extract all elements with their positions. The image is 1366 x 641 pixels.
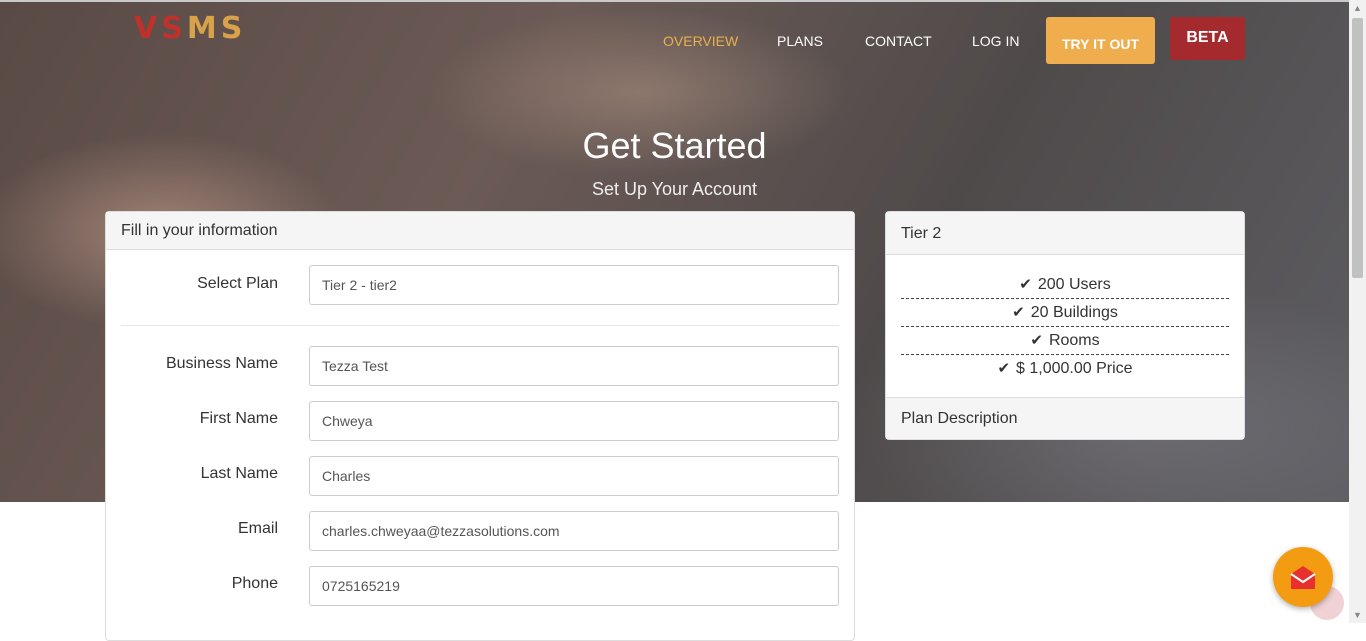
plan-feature: ✔ $ 1,000.00 Price <box>901 355 1229 383</box>
last-name-input[interactable]: Charles <box>309 456 839 496</box>
form-row-email: Email charles.chweyaa@tezzasolutions.com <box>106 511 854 551</box>
plan-title: Tier 2 <box>886 212 1244 255</box>
form-row-first-name: First Name Chweya <box>106 401 854 441</box>
plan-feature: ✔ 20 Buildings <box>901 299 1229 327</box>
form-panel-heading: Fill in your information <box>106 212 854 250</box>
phone-label: Phone <box>231 575 278 592</box>
form-row-select-plan: Select Plan Tier 2 - tier2 <box>106 265 854 305</box>
beta-label: BETA <box>1186 28 1229 46</box>
plan-summary-panel: Tier 2 ✔ 200 Users ✔ 20 Buildings ✔ Rooms ✔… <box>885 211 1245 440</box>
try-it-out-label: TRY IT OUT <box>1062 35 1139 52</box>
nav-overview[interactable]: OVERVIEW <box>663 33 738 49</box>
email-label: Email <box>237 520 278 537</box>
beta-button[interactable]: BETA <box>1170 17 1245 60</box>
plan-feature: ✔ Rooms <box>901 327 1229 355</box>
page-scrollbar[interactable]: ▲ ▼ <box>1349 0 1366 623</box>
form-row-last-name: Last Name Charles <box>106 456 854 496</box>
plan-feature-list: ✔ 200 Users ✔ 20 Buildings ✔ Rooms ✔ $ 1,000… <box>886 271 1244 383</box>
plan-feature: ✔ 200 Users <box>901 271 1229 299</box>
logo-text: VSMS <box>134 11 247 46</box>
check-icon: ✔ <box>1012 304 1025 321</box>
last-name-label: Last Name <box>200 465 278 482</box>
check-icon: ✔ <box>1019 276 1032 293</box>
business-name-input[interactable]: Tezza Test <box>309 346 839 386</box>
phone-input[interactable]: 0725165219 <box>309 566 839 606</box>
registration-form-panel: Fill in your information Select Plan Tie… <box>105 211 855 641</box>
first-name-label: First Name <box>199 410 278 427</box>
page-subtitle: Set Up Your Account <box>591 179 758 199</box>
nav-contact[interactable]: CONTACT <box>865 33 932 49</box>
nav-plans[interactable]: PLANS <box>777 33 823 49</box>
scroll-thumb[interactable] <box>1352 18 1363 278</box>
scroll-down-arrow-icon[interactable]: ▼ <box>1349 607 1366 623</box>
check-icon: ✔ <box>997 360 1011 377</box>
select-plan-label: Select Plan <box>197 275 278 292</box>
check-icon: ✔ <box>1030 332 1043 349</box>
page-title: Get Started <box>582 125 767 166</box>
first-name-input[interactable]: Chweya <box>309 401 839 441</box>
form-row-phone: Phone 0725165219 <box>106 566 854 606</box>
vsms-logo[interactable]: VSMS <box>134 14 246 44</box>
plan-description: Plan Description <box>886 397 1244 439</box>
form-row-business-name: Business Name Tezza Test <box>106 346 854 386</box>
envelope-icon <box>1290 566 1316 589</box>
email-input[interactable]: charles.chweyaa@tezzasolutions.com <box>309 511 839 551</box>
business-name-label: Business Name <box>165 355 278 372</box>
nav-log-in[interactable]: LOG IN <box>972 33 1019 49</box>
select-plan-field[interactable]: Tier 2 - tier2 <box>309 265 839 305</box>
try-it-out-button[interactable]: TRY IT OUT <box>1046 17 1155 64</box>
chat-button[interactable] <box>1273 547 1333 607</box>
scroll-up-arrow-icon[interactable]: ▲ <box>1349 0 1366 16</box>
form-divider <box>121 325 839 326</box>
